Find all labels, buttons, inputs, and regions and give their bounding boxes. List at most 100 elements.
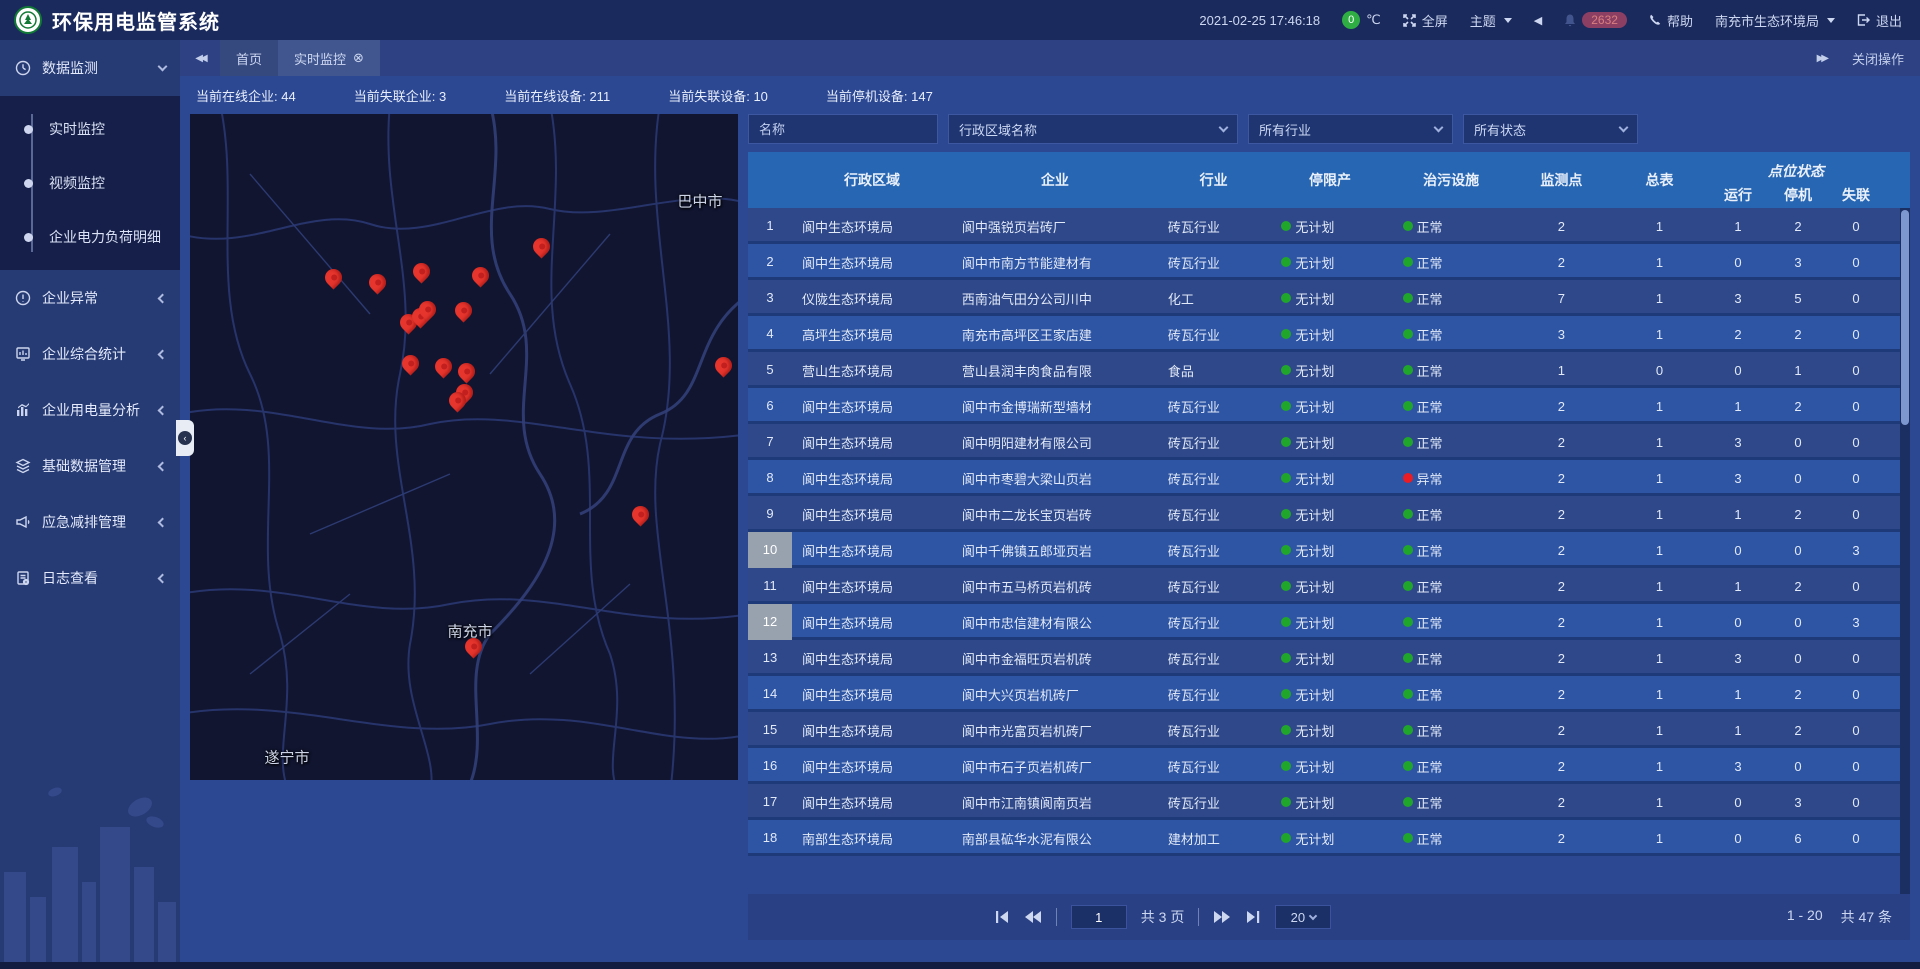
- tabs-scroll-left-button[interactable]: ◀◀: [180, 53, 220, 64]
- logout-button[interactable]: 退出: [1857, 11, 1902, 30]
- close-tab-icon[interactable]: ⊗: [353, 50, 364, 66]
- cell-company: 阆中明阳建材有限公司: [952, 433, 1158, 452]
- table-row[interactable]: 17 阆中生态环境局 阆中市江南镇阆南页岩 砖瓦行业 无计划 正常 2 1 0 …: [748, 784, 1910, 820]
- sidebar-collapse-handle[interactable]: ‹: [176, 420, 194, 456]
- industry-select[interactable]: 所有行业: [1248, 114, 1453, 144]
- table-row[interactable]: 10 阆中生态环境局 阆中千佛镇五郎垭页岩 砖瓦行业 无计划 正常 2 1 0 …: [748, 532, 1910, 568]
- tabbar-right-actions: ▶▶ 关闭操作: [1817, 49, 1920, 68]
- cell-points: 2: [1512, 507, 1611, 522]
- page-size-select[interactable]: 20: [1275, 905, 1331, 929]
- next-page-button[interactable]: [1213, 910, 1231, 924]
- table-row[interactable]: 15 阆中生态环境局 阆中市光富页岩机砖厂 砖瓦行业 无计划 正常 2 1 1 …: [748, 712, 1910, 748]
- cell-meters: 1: [1611, 651, 1708, 666]
- log-document-icon: [14, 570, 32, 586]
- table-row[interactable]: 13 阆中生态环境局 阆中市金福旺页岩机砖 砖瓦行业 无计划 正常 2 1 3 …: [748, 640, 1910, 676]
- sidebar-item-data-monitor[interactable]: 数据监测: [0, 40, 180, 96]
- user-dropdown[interactable]: 南充市生态环境局: [1715, 11, 1835, 30]
- help-button[interactable]: 帮助: [1649, 11, 1693, 30]
- stat-item: 当前在线企业44: [196, 86, 296, 105]
- fullscreen-button[interactable]: 全屏: [1403, 11, 1448, 30]
- cell-offline: 0: [1828, 471, 1884, 486]
- table-row[interactable]: 1 阆中生态环境局 阆中强锐页岩砖厂 砖瓦行业 无计划 正常 2 1 1 2 0: [748, 208, 1910, 244]
- table-row[interactable]: 16 阆中生态环境局 阆中市石子页岩机砖厂 砖瓦行业 无计划 正常 2 1 3 …: [748, 748, 1910, 784]
- col-offline: 失联: [1828, 185, 1884, 205]
- cell-meters: 1: [1611, 219, 1708, 234]
- status-select[interactable]: 所有状态: [1463, 114, 1638, 144]
- cell-industry: 砖瓦行业: [1158, 397, 1269, 416]
- cell-offline: 0: [1828, 795, 1884, 810]
- cell-region: 高坪生态环境局: [792, 325, 952, 344]
- chevron-left-icon: [158, 293, 168, 303]
- page-number-input[interactable]: [1071, 905, 1127, 929]
- table-row[interactable]: 4 高坪生态环境局 南充市高坪区王家店建 砖瓦行业 无计划 正常 3 1 2 2…: [748, 316, 1910, 352]
- map-panel[interactable]: 巴中市南充市遂宁市: [190, 114, 738, 780]
- sidebar-item-company-abnormal[interactable]: 企业异常: [0, 270, 180, 326]
- last-page-button[interactable]: [1245, 910, 1261, 924]
- layers-icon: [14, 458, 32, 474]
- notifications[interactable]: 2632: [1564, 12, 1627, 28]
- name-search-field[interactable]: [759, 122, 927, 137]
- cell-stopped: 2: [1768, 579, 1828, 594]
- table-row[interactable]: 5 营山生态环境局 营山县润丰肉食品有限 食品 无计划 正常 1 0 0 1 0: [748, 352, 1910, 388]
- table-row[interactable]: 8 阆中生态环境局 阆中市枣碧大梁山页岩 砖瓦行业 无计划 异常 2 1 3 0…: [748, 460, 1910, 496]
- sidebar-item-power-analysis[interactable]: 企业用电量分析: [0, 382, 180, 438]
- status-dot-icon: [1281, 329, 1291, 339]
- cell-offline: 0: [1828, 579, 1884, 594]
- cell-limit-status: 无计划: [1269, 253, 1390, 272]
- cell-industry: 砖瓦行业: [1158, 253, 1269, 272]
- cell-offline: 0: [1828, 507, 1884, 522]
- close-operations-button[interactable]: 关闭操作: [1852, 49, 1904, 68]
- cell-meters: 1: [1611, 291, 1708, 306]
- sidebar-item-realtime-monitor[interactable]: 实时监控: [0, 102, 180, 156]
- name-search-input[interactable]: [748, 114, 938, 144]
- cell-limit-status: 无计划: [1269, 793, 1390, 812]
- cell-facility-status: 正常: [1391, 289, 1512, 308]
- cell-region: 阆中生态环境局: [792, 613, 952, 632]
- status-dot-icon: [1403, 761, 1413, 771]
- sidebar-item-base-data[interactable]: 基础数据管理: [0, 438, 180, 494]
- cell-running: 0: [1708, 795, 1768, 810]
- theme-dropdown[interactable]: 主题: [1470, 11, 1512, 30]
- table-row[interactable]: 9 阆中生态环境局 阆中市二龙长宝页岩砖 砖瓦行业 无计划 正常 2 1 1 2…: [748, 496, 1910, 532]
- cell-running: 3: [1708, 435, 1768, 450]
- table-row[interactable]: 11 阆中生态环境局 阆中市五马桥页岩机砖 砖瓦行业 无计划 正常 2 1 1 …: [748, 568, 1910, 604]
- status-dot-icon: [1403, 329, 1413, 339]
- status-dot-icon: [1403, 653, 1413, 663]
- cell-facility-status: 正常: [1391, 577, 1512, 596]
- prev-page-button[interactable]: [1024, 910, 1042, 924]
- table-row[interactable]: 7 阆中生态环境局 阆中明阳建材有限公司 砖瓦行业 无计划 正常 2 1 3 0…: [748, 424, 1910, 460]
- first-page-button[interactable]: [994, 910, 1010, 924]
- row-index: 14: [748, 676, 792, 712]
- status-dot-icon: [1403, 797, 1413, 807]
- table-row[interactable]: 2 阆中生态环境局 阆中市南方节能建材有 砖瓦行业 无计划 正常 2 1 0 3…: [748, 244, 1910, 280]
- tabs-scroll-right-button[interactable]: ▶▶: [1817, 53, 1826, 64]
- cell-points: 2: [1512, 831, 1611, 846]
- tab-home[interactable]: 首页: [220, 40, 278, 76]
- table-row[interactable]: 18 南部生态环境局 南部县砿华水泥有限公 建材加工 无计划 正常 2 1 0 …: [748, 820, 1910, 856]
- sidebar-item-video-monitor[interactable]: 视频监控: [0, 156, 180, 210]
- table-row[interactable]: 14 阆中生态环境局 阆中大兴页岩机砖厂 砖瓦行业 无计划 正常 2 1 1 2…: [748, 676, 1910, 712]
- region-select[interactable]: 行政区域名称: [948, 114, 1238, 144]
- table-row[interactable]: 6 阆中生态环境局 阆中市金博瑞新型墙材 砖瓦行业 无计划 正常 2 1 1 2…: [748, 388, 1910, 424]
- tab-realtime-monitor[interactable]: 实时监控 ⊗: [278, 40, 380, 76]
- status-dot-icon: [1281, 761, 1291, 771]
- chevron-down-icon: [1219, 123, 1229, 133]
- cell-offline: 0: [1828, 327, 1884, 342]
- scrollbar-thumb[interactable]: [1901, 210, 1909, 425]
- cell-region: 南部生态环境局: [792, 829, 952, 848]
- cell-running: 0: [1708, 615, 1768, 630]
- sidebar-item-emergency-reduction[interactable]: 应急减排管理: [0, 494, 180, 550]
- stat-value: 211: [589, 89, 610, 104]
- cell-meters: 1: [1611, 507, 1708, 522]
- table-scrollbar[interactable]: [1900, 208, 1910, 894]
- table-row[interactable]: 3 仪陇生态环境局 西南油气田分公司川中 化工 无计划 正常 7 1 3 5 0: [748, 280, 1910, 316]
- separator: [1056, 908, 1057, 926]
- mute-button[interactable]: ◀: [1534, 14, 1542, 27]
- cell-meters: 1: [1611, 795, 1708, 810]
- table-row[interactable]: 12 阆中生态环境局 阆中市忠信建材有限公 砖瓦行业 无计划 正常 2 1 0 …: [748, 604, 1910, 640]
- sidebar-item-company-statistics[interactable]: 企业综合统计: [0, 326, 180, 382]
- sidebar-item-log-view[interactable]: 日志查看: [0, 550, 180, 606]
- cell-offline: 0: [1828, 291, 1884, 306]
- cell-industry: 砖瓦行业: [1158, 721, 1269, 740]
- sidebar-item-power-load-detail[interactable]: 企业电力负荷明细: [0, 210, 180, 264]
